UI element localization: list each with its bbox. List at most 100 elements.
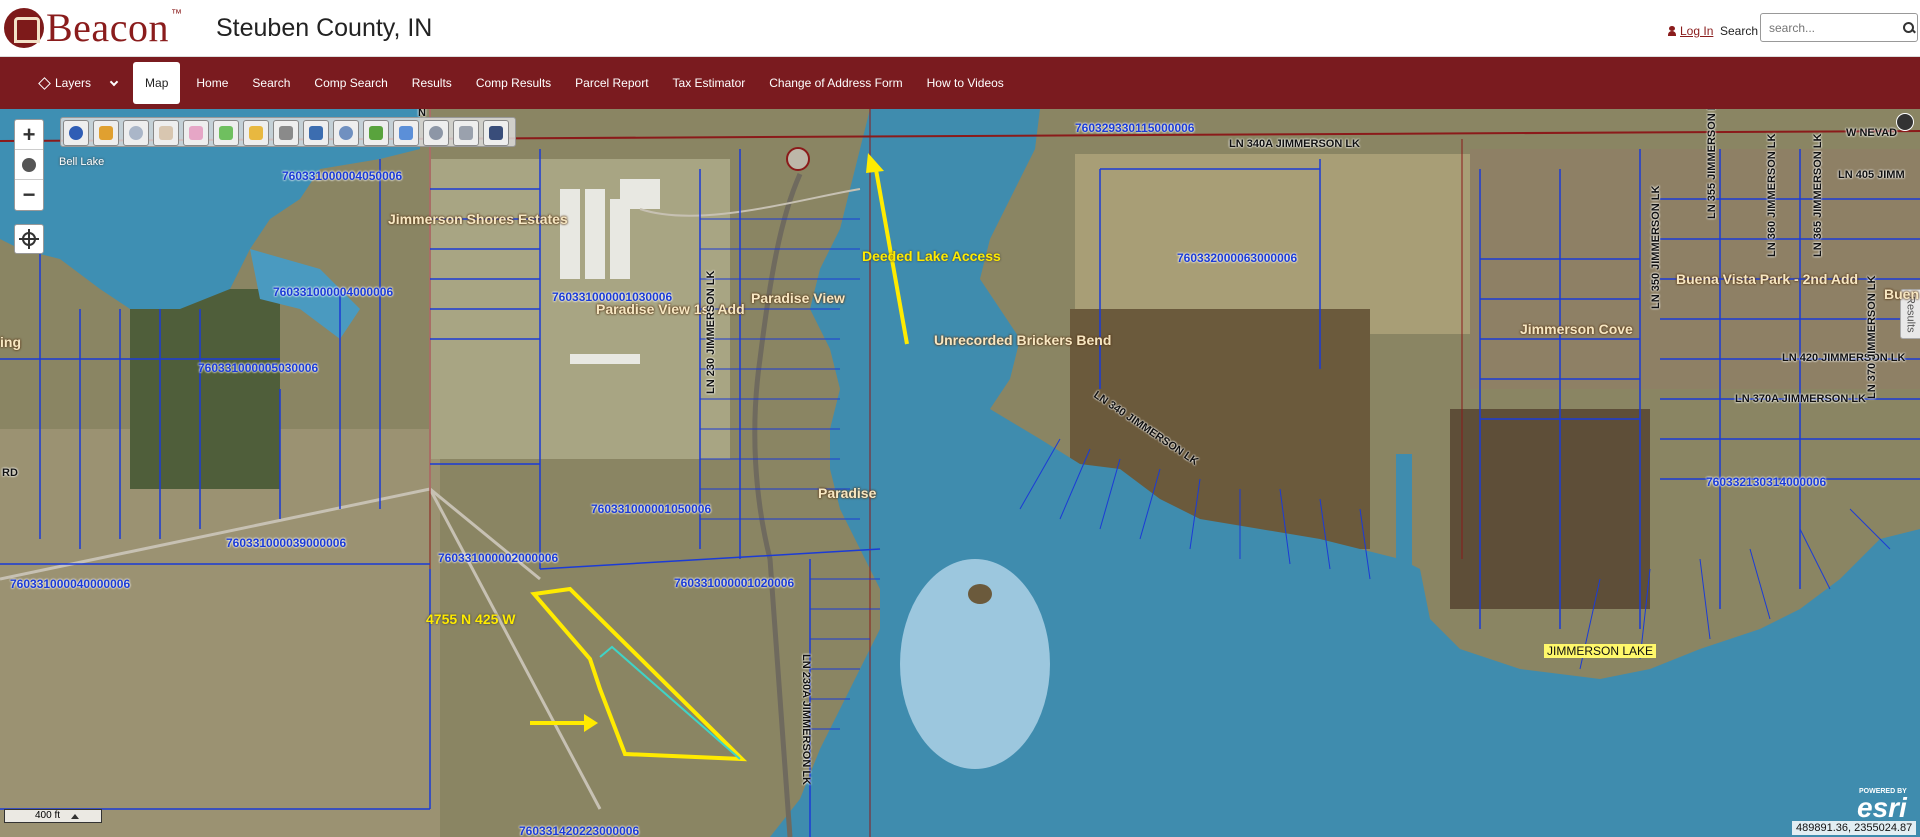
print-tool[interactable]	[453, 120, 479, 146]
parcel-label[interactable]: 760331000040000006	[10, 577, 130, 591]
login-label: Log In	[1680, 24, 1714, 38]
road-label: LN 355 JIMMERSON LK	[1706, 109, 1718, 219]
parcel-label[interactable]: 760332130314000006	[1706, 475, 1826, 489]
pin-icon	[249, 126, 263, 140]
app-header: Beacon ™ Steuben County, IN Log In Searc…	[0, 0, 1920, 57]
nav-comp-results[interactable]: Comp Results	[464, 62, 563, 104]
print-icon	[459, 126, 473, 140]
nav-home[interactable]: Home	[184, 62, 240, 104]
gear-icon	[429, 126, 443, 140]
measure-tool[interactable]	[213, 120, 239, 146]
road-label: LN 405 JIMM	[1838, 169, 1905, 181]
save-icon	[489, 126, 503, 140]
road-label: LN 230 JIMMERSON LK	[705, 270, 717, 394]
nav-search[interactable]: Search	[240, 62, 302, 104]
scale-bar: 400 ft	[4, 809, 102, 823]
zoom-out-button[interactable]: −	[15, 180, 43, 210]
pencil-icon	[369, 126, 383, 140]
subdivision-label: Buen	[1884, 286, 1919, 302]
zoom-control: + −	[14, 119, 44, 211]
main-nav: Layers Map Home Search Comp Search Resul…	[0, 57, 1920, 109]
parcel-label[interactable]: 760331000004050006	[282, 169, 402, 183]
locate-button[interactable]	[14, 224, 44, 254]
road-label: LN 360 JIMMERSON LK	[1766, 133, 1778, 257]
county-title: Steuben County, IN	[216, 14, 433, 42]
subdivision-label: Jimmerson Shores Estates	[388, 211, 568, 227]
globe-icon	[22, 157, 36, 172]
nav-comp-search[interactable]: Comp Search	[302, 62, 399, 104]
road-label: RD	[2, 467, 18, 479]
grid-icon	[219, 126, 233, 140]
settings-tool[interactable]	[423, 120, 449, 146]
parcel-label[interactable]: 760331000004000006	[273, 285, 393, 299]
deeded-lake-access-annotation: Deeded Lake Access	[862, 248, 1001, 264]
parcel-label[interactable]: 760331000001050006	[591, 502, 711, 516]
crosshair-icon	[19, 229, 39, 249]
search-input[interactable]	[1769, 20, 1899, 35]
lake-name-label: JIMMERSON LAKE	[1544, 644, 1657, 658]
select-tool[interactable]	[93, 120, 119, 146]
address-annotation: 4755 N 425 W	[426, 611, 516, 627]
home-extent-button[interactable]	[15, 150, 43, 180]
zoom-in-button[interactable]: +	[15, 120, 43, 150]
parcel-label[interactable]: 760329330115000006	[1075, 121, 1194, 135]
buffer-tool[interactable]	[243, 120, 269, 146]
bell-lake-label: Bell Lake	[59, 156, 105, 168]
subdivision-label: Unrecorded Brickers Bend	[934, 332, 1112, 348]
subdivision-label: Paradise	[818, 485, 877, 501]
scale-label: 400 ft	[35, 810, 61, 821]
beacon-logo[interactable]: Beacon ™	[4, 8, 182, 48]
coordinate-readout: 489891.36, 2355024.87	[1792, 821, 1917, 835]
nav-parcel-report[interactable]: Parcel Report	[563, 62, 660, 104]
eraser-icon	[189, 126, 203, 140]
markup-tool[interactable]	[363, 120, 389, 146]
nav-map[interactable]: Map	[133, 62, 181, 104]
layers-label: Layers	[55, 76, 92, 90]
parcel-label[interactable]: 760331000001020006	[674, 576, 794, 590]
nav-tax-estimator[interactable]: Tax Estimator	[661, 62, 758, 104]
nav-how-to-videos[interactable]: How to Videos	[915, 62, 1016, 104]
photo-tool[interactable]	[273, 120, 299, 146]
courthouse-seal-icon	[4, 8, 44, 48]
search-tool[interactable]	[123, 120, 149, 146]
parcel-label[interactable]: 760331000039000006	[226, 536, 346, 550]
subdivision-label: ing	[0, 334, 21, 350]
identify-tool[interactable]	[63, 120, 89, 146]
search-icon[interactable]	[1903, 21, 1915, 34]
road-label: LN 365 JIMMERSON LK	[1812, 133, 1824, 257]
nav-change-of-address[interactable]: Change of Address Form	[757, 62, 914, 104]
hand-icon	[159, 126, 173, 140]
user-icon	[1668, 26, 1676, 36]
map-toolbar	[60, 117, 516, 147]
parcel-label[interactable]: 760331420223000006	[519, 824, 639, 837]
save-tool[interactable]	[483, 120, 509, 146]
nav-results[interactable]: Results	[400, 62, 464, 104]
subdivision-label: Paradise View	[751, 290, 845, 306]
zoom-tool[interactable]	[333, 120, 359, 146]
house-icon	[309, 126, 323, 140]
road-label: N	[418, 109, 426, 119]
subdivision-label: Buena Vista Park - 2nd Add	[1676, 271, 1859, 287]
road-label: LN 370 JIMMERSON LK	[1866, 275, 1878, 399]
road-label: W NEVAD	[1846, 127, 1898, 139]
chevron-down-icon	[109, 77, 119, 86]
parcel-label[interactable]: 760331000005030006	[198, 361, 318, 375]
draw-tool[interactable]	[183, 120, 209, 146]
pan-tool[interactable]	[153, 120, 179, 146]
road-label: LN 420 JIMMERSON LK	[1782, 352, 1906, 364]
road-label: LN 370A JIMMERSON LK	[1735, 393, 1867, 405]
parcel-label[interactable]: 760331000002000006	[438, 551, 558, 565]
scale-triangle-icon	[71, 814, 79, 819]
extent-tool[interactable]	[393, 120, 419, 146]
map-view[interactable]: + − Results 760329330115000006 760331000…	[0, 109, 1920, 837]
layers-menu[interactable]: Layers	[28, 62, 129, 104]
login-link[interactable]: Log In	[1668, 24, 1713, 38]
aerial-basemap	[0, 109, 1920, 837]
parcel-label[interactable]: 760332000063000006	[1177, 251, 1297, 265]
sales-tool[interactable]	[303, 120, 329, 146]
fullscreen-icon	[399, 126, 413, 140]
esri-wordmark: esri	[1857, 792, 1907, 823]
search-label: Search	[1720, 24, 1759, 38]
info-icon	[69, 126, 83, 140]
expand-icon[interactable]	[1896, 113, 1914, 131]
